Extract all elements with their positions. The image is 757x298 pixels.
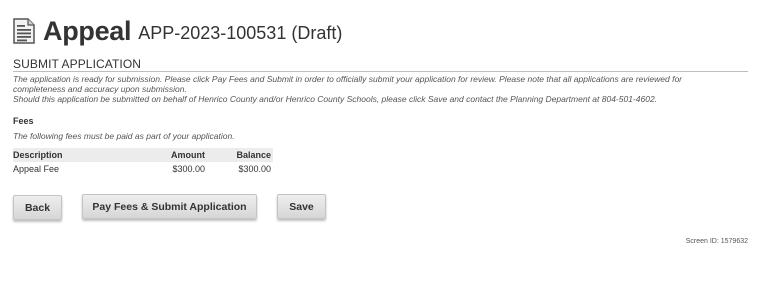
- fees-table: Description Amount Balance Appeal Fee $3…: [13, 148, 273, 176]
- submission-instructions: The application is ready for submission.…: [13, 74, 743, 104]
- application-id: APP-2023-100531 (Draft): [138, 23, 343, 43]
- section-divider: [13, 71, 748, 72]
- column-header-amount: Amount: [133, 148, 205, 162]
- section-title: SUBMIT APPLICATION: [13, 57, 142, 71]
- page-header: Appeal APP-2023-100531 (Draft): [13, 14, 342, 48]
- fees-heading: Fees: [13, 116, 34, 126]
- fee-amount: $300.00: [172, 164, 205, 174]
- fee-balance: $300.00: [238, 164, 271, 174]
- table-row: Appeal Fee $300.00 $300.00: [13, 162, 273, 176]
- screen-id: Screen ID: 1579632: [685, 238, 748, 245]
- fees-note: The following fees must be paid as part …: [13, 131, 235, 141]
- document-icon: [13, 18, 35, 44]
- save-button[interactable]: Save: [277, 194, 326, 219]
- column-header-description: Description: [13, 148, 133, 162]
- table-header-row: Description Amount Balance: [13, 148, 273, 162]
- page-title: Appeal: [43, 15, 132, 46]
- instruction-line: Should this application be submitted on …: [13, 93, 658, 104]
- column-header-balance: Balance: [205, 148, 273, 162]
- fee-description: Appeal Fee: [13, 164, 60, 174]
- pay-fees-submit-button[interactable]: Pay Fees & Submit Application: [82, 194, 257, 219]
- back-button[interactable]: Back: [13, 195, 62, 220]
